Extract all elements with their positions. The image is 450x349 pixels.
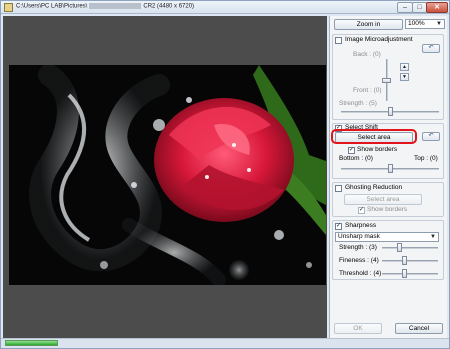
title-file-info: CR2 (4480 x 6720) [143,3,195,10]
microadjustment-checkbox[interactable] [335,37,342,44]
bottom-label: Bottom : (0) [339,155,373,162]
threshold-label: Threshold : (4) [339,270,382,277]
ghosting-select-area-button[interactable]: Select area [344,194,422,205]
sharpness-method-select[interactable]: Unsharp mask ▼ [335,232,439,242]
sharpness-checkbox[interactable]: ✓ [335,223,342,230]
close-button[interactable]: ✕ [426,2,448,13]
back-front-down-button[interactable]: ▼ [400,73,409,81]
maximize-button[interactable]: □ [412,2,427,13]
select-area-highlight [331,129,417,144]
reset-icon: ↶ [428,45,434,51]
zoom-value: 100% [408,20,425,27]
ok-button[interactable]: OK [334,323,382,334]
back-front-up-button[interactable]: ▲ [400,63,409,71]
sharpness-method-value: Unsharp mask [338,233,380,240]
minimize-button[interactable]: – [397,2,413,13]
fineness-label: Fineness : (4) [339,257,379,264]
fineness-slider-track[interactable] [382,260,438,262]
threshold-slider-thumb[interactable] [402,269,408,278]
progress-bar [5,340,58,346]
title-bar[interactable]: C:\Users\PC LAB\Pictures\ CR2 (4480 x 672… [1,1,449,14]
threshold-slider-track[interactable] [382,273,438,275]
microadjustment-reset-button[interactable]: ↶ [422,44,440,53]
ghosting-show-borders-checkbox[interactable]: ✓ [358,207,365,214]
title-path: C:\Users\PC LAB\Pictures\ [16,3,88,10]
status-bar [1,338,449,348]
shift-reset-button[interactable]: ↶ [422,132,440,141]
ghosting-checkbox[interactable] [335,185,342,192]
sharpness-strength-label: Strength : (3) [339,244,377,251]
window-title: C:\Users\PC LAB\Pictures\ CR2 (4480 x 672… [16,3,194,10]
ghosting-title: Ghosting Reduction [345,184,403,191]
cancel-button[interactable]: Cancel [395,323,443,334]
sharpness-strength-slider-thumb[interactable] [397,243,403,252]
back-front-slider-thumb[interactable] [382,77,391,83]
sharpness-strength-slider-track[interactable] [382,247,438,249]
preview-image[interactable] [9,65,326,285]
app-icon [4,3,13,12]
show-borders-label: Show borders [357,146,398,153]
reset-icon: ↶ [428,133,434,139]
app-window: C:\Users\PC LAB\Pictures\ CR2 (4480 x 672… [0,0,450,349]
strength-label: Strength : (5) [339,100,377,107]
top-label: Top : (0) [414,155,438,162]
fineness-slider-thumb[interactable] [402,256,408,265]
zoom-in-button[interactable]: Zoom in [334,19,403,30]
micro-strength-slider-thumb[interactable] [387,107,393,116]
chevron-down-icon: ▼ [430,234,436,240]
sharpness-title: Sharpness [345,222,377,229]
zoom-select[interactable]: 100% ▼ [405,19,445,29]
back-label: Back : (0) [353,51,381,58]
bottom-top-slider-thumb[interactable] [387,164,393,173]
microadjustment-title: Image Microadjustment [345,36,413,43]
rose-water-photo [9,65,326,285]
show-borders-checkbox[interactable]: ✓ [348,147,355,154]
chevron-down-icon: ▼ [436,21,442,27]
redacted-filename [89,3,142,9]
ghosting-show-borders-label: Show borders [367,206,408,213]
front-label: Front : (0) [353,87,382,94]
